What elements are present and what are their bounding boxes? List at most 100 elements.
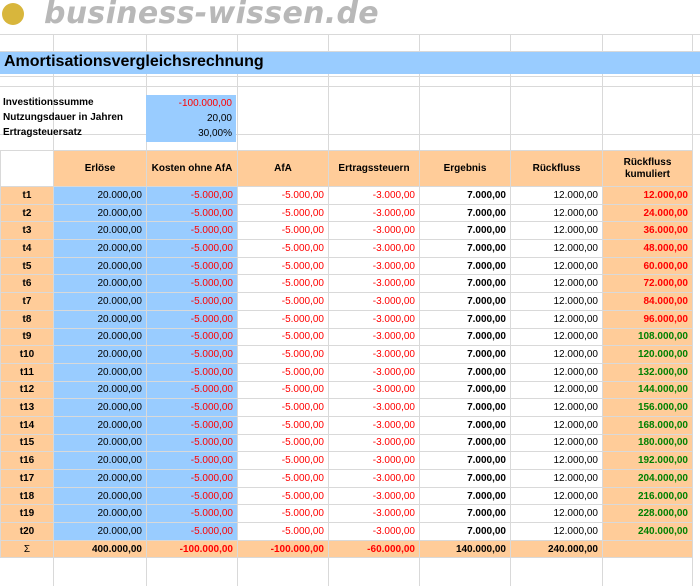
cell-steuern[interactable]: -3.000,00: [328, 362, 420, 382]
cell-kumuliert[interactable]: 156.000,00: [602, 398, 693, 417]
cell-steuern[interactable]: -3.000,00: [328, 345, 420, 364]
cell-steuern[interactable]: -3.000,00: [328, 256, 420, 276]
cell-steuern[interactable]: -3.000,00: [328, 398, 420, 417]
cell-kumuliert[interactable]: 36.000,00: [602, 221, 693, 241]
cell-rueckfluss[interactable]: 12.000,00: [510, 398, 603, 417]
cell-erloese[interactable]: 20.000,00: [53, 451, 147, 470]
total-kosten[interactable]: -100.000,00: [146, 539, 238, 559]
header-rueckfluss[interactable]: Rückfluss: [510, 150, 603, 187]
cell-ergebnis[interactable]: 7.000,00: [419, 362, 511, 382]
cell-kosten[interactable]: -5.000,00: [146, 504, 238, 524]
cell-kosten[interactable]: -5.000,00: [146, 256, 238, 276]
cell-ergebnis[interactable]: 7.000,00: [419, 203, 511, 223]
cell-erloese[interactable]: 20.000,00: [53, 309, 147, 329]
cell-afa[interactable]: -5.000,00: [237, 256, 329, 276]
cell-kumuliert[interactable]: 216.000,00: [602, 486, 693, 506]
cell-erloese[interactable]: 20.000,00: [53, 256, 147, 276]
cell-kosten[interactable]: -5.000,00: [146, 362, 238, 382]
cell-ergebnis[interactable]: 7.000,00: [419, 469, 511, 488]
cell-ergebnis[interactable]: 7.000,00: [419, 274, 511, 294]
cell-erloese[interactable]: 20.000,00: [53, 415, 147, 435]
cell-kumuliert[interactable]: 96.000,00: [602, 309, 693, 329]
cell-steuern[interactable]: -3.000,00: [328, 186, 420, 205]
cell-afa[interactable]: -5.000,00: [237, 239, 329, 258]
cell-erloese[interactable]: 20.000,00: [53, 203, 147, 223]
cell-rueckfluss[interactable]: 12.000,00: [510, 274, 603, 294]
cell-kosten[interactable]: -5.000,00: [146, 469, 238, 488]
cell-kumuliert[interactable]: 84.000,00: [602, 292, 693, 311]
cell-kosten[interactable]: -5.000,00: [146, 239, 238, 258]
cell-kosten[interactable]: -5.000,00: [146, 486, 238, 506]
cell-rueckfluss[interactable]: 12.000,00: [510, 522, 603, 541]
header-ergebnis[interactable]: Ergebnis: [419, 150, 511, 187]
cell-rueckfluss[interactable]: 12.000,00: [510, 309, 603, 329]
cell-steuern[interactable]: -3.000,00: [328, 221, 420, 241]
cell-steuern[interactable]: -3.000,00: [328, 327, 420, 347]
cell-kosten[interactable]: -5.000,00: [146, 415, 238, 435]
header-kosten[interactable]: Kosten ohne AfA: [146, 150, 238, 187]
cell-rueckfluss[interactable]: 12.000,00: [510, 292, 603, 311]
cell-afa[interactable]: -5.000,00: [237, 274, 329, 294]
cell-kosten[interactable]: -5.000,00: [146, 292, 238, 311]
cell-kumuliert[interactable]: 168.000,00: [602, 415, 693, 435]
cell-rueckfluss[interactable]: 12.000,00: [510, 345, 603, 364]
cell-kosten[interactable]: -5.000,00: [146, 380, 238, 400]
cell-kumuliert[interactable]: 204.000,00: [602, 469, 693, 488]
cell-kumuliert[interactable]: 180.000,00: [602, 433, 693, 453]
cell-ergebnis[interactable]: 7.000,00: [419, 327, 511, 347]
total-kumuliert[interactable]: [602, 539, 693, 559]
cell-kumuliert[interactable]: 72.000,00: [602, 274, 693, 294]
cell-kumuliert[interactable]: 240.000,00: [602, 522, 693, 541]
cell-rueckfluss[interactable]: 12.000,00: [510, 362, 603, 382]
cell-steuern[interactable]: -3.000,00: [328, 203, 420, 223]
cell-erloese[interactable]: 20.000,00: [53, 380, 147, 400]
cell-rueckfluss[interactable]: 12.000,00: [510, 469, 603, 488]
cell-steuern[interactable]: -3.000,00: [328, 522, 420, 541]
cell-ergebnis[interactable]: 7.000,00: [419, 415, 511, 435]
cell-erloese[interactable]: 20.000,00: [53, 292, 147, 311]
cell-kosten[interactable]: -5.000,00: [146, 345, 238, 364]
cell-steuern[interactable]: -3.000,00: [328, 309, 420, 329]
cell-afa[interactable]: -5.000,00: [237, 292, 329, 311]
cell-rueckfluss[interactable]: 12.000,00: [510, 451, 603, 470]
cell-rueckfluss[interactable]: 12.000,00: [510, 256, 603, 276]
total-ergebnis[interactable]: 140.000,00: [419, 539, 511, 559]
header-steuern[interactable]: Ertragssteuern: [328, 150, 420, 187]
cell-erloese[interactable]: 20.000,00: [53, 221, 147, 241]
cell-kumuliert[interactable]: 60.000,00: [602, 256, 693, 276]
cell-rueckfluss[interactable]: 12.000,00: [510, 239, 603, 258]
cell-kosten[interactable]: -5.000,00: [146, 203, 238, 223]
header-kumuliert[interactable]: Rückfluss kumuliert: [602, 150, 693, 187]
cell-afa[interactable]: -5.000,00: [237, 451, 329, 470]
cell-ergebnis[interactable]: 7.000,00: [419, 239, 511, 258]
cell-afa[interactable]: -5.000,00: [237, 504, 329, 524]
cell-ergebnis[interactable]: 7.000,00: [419, 451, 511, 470]
cell-steuern[interactable]: -3.000,00: [328, 486, 420, 506]
cell-kosten[interactable]: -5.000,00: [146, 398, 238, 417]
cell-afa[interactable]: -5.000,00: [237, 415, 329, 435]
cell-kosten[interactable]: -5.000,00: [146, 221, 238, 241]
cell-ergebnis[interactable]: 7.000,00: [419, 380, 511, 400]
cell-afa[interactable]: -5.000,00: [237, 398, 329, 417]
cell-afa[interactable]: -5.000,00: [237, 327, 329, 347]
cell-kosten[interactable]: -5.000,00: [146, 433, 238, 453]
cell-erloese[interactable]: 20.000,00: [53, 186, 147, 205]
cell-rueckfluss[interactable]: 12.000,00: [510, 415, 603, 435]
cell-kumuliert[interactable]: 144.000,00: [602, 380, 693, 400]
cell-afa[interactable]: -5.000,00: [237, 345, 329, 364]
header-afa[interactable]: AfA: [237, 150, 329, 187]
cell-kosten[interactable]: -5.000,00: [146, 451, 238, 470]
total-afa[interactable]: -100.000,00: [237, 539, 329, 559]
cell-afa[interactable]: -5.000,00: [237, 221, 329, 241]
cell-steuern[interactable]: -3.000,00: [328, 469, 420, 488]
cell-rueckfluss[interactable]: 12.000,00: [510, 380, 603, 400]
cell-rueckfluss[interactable]: 12.000,00: [510, 327, 603, 347]
cell-erloese[interactable]: 20.000,00: [53, 362, 147, 382]
cell-erloese[interactable]: 20.000,00: [53, 504, 147, 524]
cell-erloese[interactable]: 20.000,00: [53, 398, 147, 417]
cell-rueckfluss[interactable]: 12.000,00: [510, 504, 603, 524]
cell-kumuliert[interactable]: 192.000,00: [602, 451, 693, 470]
cell-afa[interactable]: -5.000,00: [237, 186, 329, 205]
cell-rueckfluss[interactable]: 12.000,00: [510, 203, 603, 223]
cell-kumuliert[interactable]: 12.000,00: [602, 186, 693, 205]
